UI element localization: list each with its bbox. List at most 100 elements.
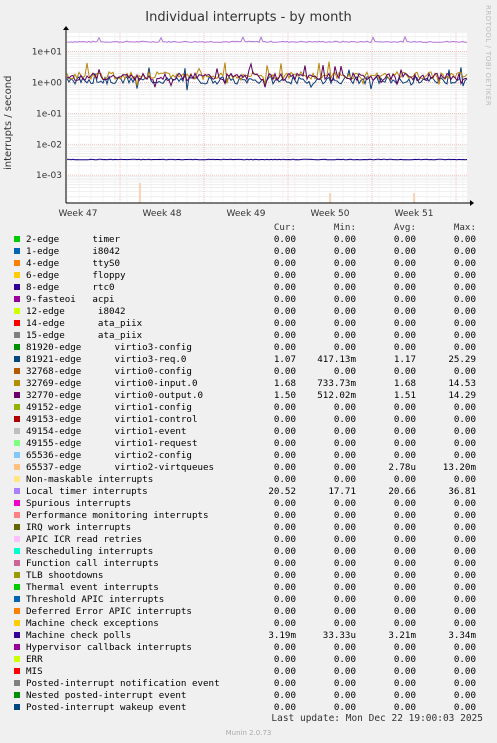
legend-swatch — [14, 584, 20, 590]
legend-min-value: 0.00 — [333, 510, 356, 521]
legend-swatch — [14, 536, 20, 542]
legend-min-value: 0.00 — [333, 582, 356, 593]
last-update: Last update: Mon Dec 22 19:00:03 2025 — [271, 713, 483, 724]
legend-swatch — [14, 464, 20, 470]
header-min: Min: — [333, 222, 356, 233]
legend-cur-value: 0.00 — [273, 438, 296, 449]
header-cur: Cur: — [273, 222, 296, 233]
legend-label: Spurious interrupts — [26, 498, 132, 509]
legend-label: 14-edge ata_piix — [26, 318, 143, 329]
legend-min-value: 0.00 — [333, 534, 356, 545]
legend-cur-value: 0.00 — [273, 282, 296, 293]
legend-avg-value: 0.00 — [393, 690, 416, 701]
legend-header: Cur: Min: Avg: Max: — [0, 222, 497, 234]
legend-row: 1-edge i8042 0.00 0.00 0.00 0.00 — [0, 246, 497, 258]
legend-row: 4-edge ttyS0 0.00 0.00 0.00 0.00 — [0, 258, 497, 270]
x-axis-arrow — [470, 200, 474, 206]
x-tick-label: Week 51 — [395, 209, 434, 219]
legend-max-value: 0.00 — [453, 654, 476, 665]
header-avg: Avg: — [393, 222, 416, 233]
legend-max-value: 0.00 — [453, 570, 476, 581]
legend-cur-value: 0.00 — [273, 366, 296, 377]
legend-max-value: 0.00 — [453, 474, 476, 485]
legend-label: Deferred Error APIC interrupts — [26, 606, 192, 617]
legend-avg-value: 0.00 — [393, 474, 416, 485]
legend-avg-value: 0.00 — [393, 294, 416, 305]
legend-cur-value: 1.50 — [273, 390, 296, 401]
legend-min-value: 0.00 — [333, 258, 356, 269]
legend-avg-value: 0.00 — [393, 342, 416, 353]
legend-row: Local timer interrupts 20.52 17.71 20.66 36.… — [0, 486, 497, 498]
legend-avg-value: 0.00 — [393, 522, 416, 533]
legend-max-value: 0.00 — [453, 330, 476, 341]
x-tick-labels: Week 47 Week 48 Week 49 Week 50 Week 51 — [59, 209, 434, 219]
legend-cur-value: 0.00 — [273, 702, 296, 713]
legend-min-value: 417.13m — [317, 354, 356, 365]
legend-row: Performance monitoring interrupts 0.00 0.0… — [0, 510, 497, 522]
legend-max-value: 0.00 — [453, 318, 476, 329]
x-tick-label: Week 50 — [311, 209, 350, 219]
legend-row: APIC ICR read retries 0.00 0.00 0.00 0.00 — [0, 534, 497, 546]
legend-avg-value: 3.21m — [388, 630, 416, 641]
legend-cur-value: 0.00 — [273, 258, 296, 269]
legend-label: 15-edge ata_piix — [26, 330, 143, 341]
legend-label: Performance monitoring interrupts — [26, 510, 209, 521]
legend-label: 32769-edge virtio0-input.0 — [26, 378, 198, 389]
legend-avg-value: 20.66 — [388, 486, 416, 497]
y-tick-label: 1e-03 — [36, 171, 62, 181]
legend-max-value: 0.00 — [453, 594, 476, 605]
legend-avg-value: 0.00 — [393, 438, 416, 449]
legend-min-value: 0.00 — [333, 702, 356, 713]
legend-label: 12-edge i8042 — [26, 306, 126, 317]
legend-row: ERR 0.00 0.00 0.00 0.00 — [0, 654, 497, 666]
legend-label: 6-edge floppy — [26, 270, 126, 281]
legend-cur-value: 20.52 — [268, 486, 296, 497]
legend-max-value: 13.20m — [442, 462, 476, 473]
legend-avg-value: 1.17 — [393, 354, 416, 365]
legend-swatch — [14, 608, 20, 614]
legend-avg-value: 0.00 — [393, 402, 416, 413]
legend-max-value: 0.00 — [453, 498, 476, 509]
legend-row: 32768-edge virtio0-config 0.00 0.00 0.00 0.0… — [0, 366, 497, 378]
legend-label: 49155-edge virtio1-request — [26, 438, 198, 449]
legend-label: 32768-edge virtio0-config — [26, 366, 192, 377]
legend-avg-value: 0.00 — [393, 246, 416, 257]
legend-swatch — [14, 272, 20, 278]
legend-swatch — [14, 704, 20, 710]
legend-row: Machine check exceptions 0.00 0.00 0.00 0.00 — [0, 618, 497, 630]
legend-row: 49154-edge virtio1-event 0.00 0.00 0.00 0.00 — [0, 426, 497, 438]
legend-cur-value: 0.00 — [273, 318, 296, 329]
legend-swatch — [14, 380, 20, 386]
legend-label: Posted-interrupt notification event — [26, 678, 220, 689]
legend-row: Deferred Error APIC interrupts 0.00 0.00 0.… — [0, 606, 497, 618]
legend-swatch — [14, 296, 20, 302]
legend-cur-value: 0.00 — [273, 522, 296, 533]
y-tick-label: 1e-01 — [36, 109, 62, 119]
legend-swatch — [14, 668, 20, 674]
legend-avg-value: 0.00 — [393, 498, 416, 509]
legend-label: 2-edge timer — [26, 234, 121, 245]
legend-min-value: 0.00 — [333, 654, 356, 665]
legend-swatch — [14, 644, 20, 650]
legend-max-value: 36.81 — [448, 486, 476, 497]
legend-avg-value: 0.00 — [393, 558, 416, 569]
legend-avg-value: 0.00 — [393, 606, 416, 617]
legend-row: IRQ work interrupts 0.00 0.00 0.00 0.00 — [0, 522, 497, 534]
legend-row: 65536-edge virtio2-config 0.00 0.00 0.00 0.0… — [0, 450, 497, 462]
legend-cur-value: 0.00 — [273, 414, 296, 425]
legend-max-value: 0.00 — [453, 690, 476, 701]
legend-cur-value: 0.00 — [273, 690, 296, 701]
legend-swatch — [14, 392, 20, 398]
legend-min-value: 0.00 — [333, 462, 356, 473]
legend-cur-value: 0.00 — [273, 450, 296, 461]
legend-label: 9-fasteoi acpi — [26, 294, 115, 305]
legend-min-value: 17.71 — [328, 486, 356, 497]
legend-max-value: 3.34m — [448, 630, 476, 641]
legend-row: Threshold APIC interrupts 0.00 0.00 0.00 0.0… — [0, 594, 497, 606]
legend-min-value: 0.00 — [333, 666, 356, 677]
legend-row: Thermal event interrupts 0.00 0.00 0.00 0.00 — [0, 582, 497, 594]
legend-max-value: 0.00 — [453, 582, 476, 593]
legend-max-value: 0.00 — [453, 366, 476, 377]
legend-row: 65537-edge virtio2-virtqueues 0.00 0.00 2.7… — [0, 462, 497, 474]
legend-cur-value: 0.00 — [273, 498, 296, 509]
